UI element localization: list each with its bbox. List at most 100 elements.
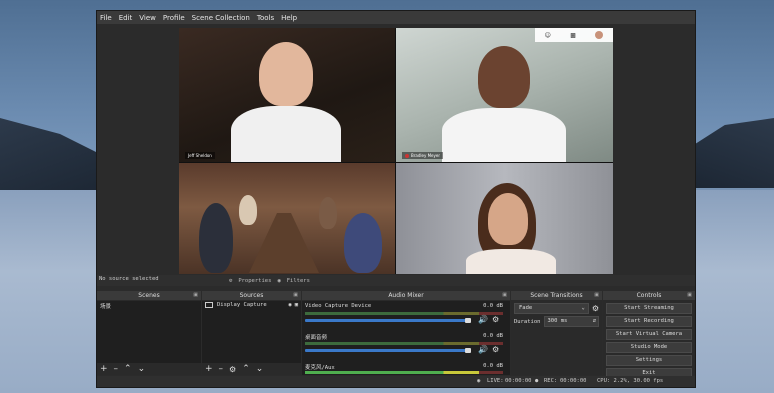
participant-shirt	[442, 108, 566, 162]
controls-header: Controls ▣	[603, 291, 695, 300]
start-recording-button[interactable]: Start Recording	[606, 316, 692, 327]
chevron-down-icon: ⌄	[581, 305, 585, 311]
add-icon[interactable]: +	[100, 364, 108, 374]
undock-icon[interactable]: ▣	[193, 291, 198, 300]
menu-profile[interactable]: Profile	[163, 14, 185, 22]
list-item[interactable]: Display Capture ◉ ▣	[202, 301, 301, 309]
remove-icon[interactable]: –	[219, 364, 224, 374]
undock-icon[interactable]: ▣	[293, 291, 298, 300]
gear-icon[interactable]: ⚙	[492, 315, 499, 324]
filter-icon[interactable]: ◉	[277, 278, 280, 284]
move-up-icon[interactable]: ⌃	[124, 364, 132, 374]
volume-fader[interactable]	[305, 319, 467, 322]
undock-icon[interactable]: ▣	[687, 291, 692, 300]
monitor-icon	[205, 302, 213, 308]
settings-button[interactable]: Settings	[606, 355, 692, 366]
participant-shirt	[466, 249, 556, 274]
gear-icon[interactable]: ⚙	[229, 365, 236, 374]
live-time: 00:00:00	[505, 378, 532, 384]
menu-help[interactable]: Help	[281, 14, 297, 22]
properties-button[interactable]: Properties	[238, 278, 271, 284]
scenes-list: 场景	[97, 301, 201, 363]
controls-dock: Controls ▣ Start Streaming Start Recordin…	[603, 291, 695, 379]
move-down-icon[interactable]: ⌄	[138, 364, 146, 374]
channel-label: 麦克风/Aux	[305, 365, 335, 371]
preview-canvas[interactable]: Jeff Sheldon ☺ ▩ Bradley Meyer	[179, 28, 613, 274]
scene-transitions-dock: Scene Transitions ▣ Fade ⌄ ⚙ Duration 300…	[511, 291, 602, 375]
video-tile-3	[179, 163, 395, 274]
start-virtual-camera-button[interactable]: Start Virtual Camera	[606, 329, 692, 340]
live-icon: ◉	[477, 378, 481, 384]
add-icon[interactable]: +	[205, 364, 213, 374]
participant-image	[259, 42, 313, 106]
fader-handle[interactable]	[465, 348, 471, 353]
participant-name: Bradley Meyer	[411, 153, 440, 158]
transition-select[interactable]: Fade ⌄	[514, 303, 589, 314]
lock-icon[interactable]: ▣	[295, 302, 298, 308]
scenes-title: Scenes	[138, 292, 160, 299]
volume-meter	[305, 371, 503, 374]
channel-label: 桌面音频	[305, 335, 328, 341]
sources-list: Display Capture ◉ ▣	[202, 301, 301, 363]
meeting-toolbar: ☺ ▩	[535, 28, 613, 42]
scenes-toolbar: + – ⌃ ⌄	[97, 363, 201, 375]
gear-icon[interactable]: ⚙	[492, 345, 499, 354]
audio-mixer-body: Video Capture Device 0.0 dB 🔊 ⚙ 桌面音频 0.0…	[302, 301, 510, 375]
move-up-icon[interactable]: ⌃	[242, 364, 250, 374]
speaker-icon[interactable]: 🔊	[478, 315, 488, 324]
rec-label: REC:	[544, 378, 558, 384]
context-bar: No source selected ⚙ Properties ◉ Filter…	[97, 275, 695, 286]
channel-db: 0.0 dB	[483, 303, 503, 309]
fader-handle[interactable]	[465, 318, 471, 323]
volume-meter	[305, 312, 503, 315]
background-mountain-right	[692, 118, 774, 188]
transitions-header: Scene Transitions ▣	[511, 291, 602, 300]
video-tile-1: Jeff Sheldon	[179, 28, 395, 162]
controls-body: Start Streaming Start Recording Start Vi…	[603, 301, 695, 379]
gear-icon[interactable]: ⚙	[229, 278, 232, 284]
duration-input[interactable]: 300 ms ⇵	[543, 316, 599, 327]
duration-value: 300 ms	[547, 318, 568, 324]
channel-label: Video Capture Device	[305, 303, 372, 309]
menu-tools[interactable]: Tools	[257, 14, 274, 22]
undock-icon[interactable]: ▣	[502, 291, 507, 300]
volume-meter	[305, 342, 503, 345]
transitions-title: Scene Transitions	[530, 292, 583, 299]
move-down-icon[interactable]: ⌄	[256, 364, 264, 374]
filters-button[interactable]: Filters	[287, 278, 310, 284]
scenes-header: Scenes ▣	[97, 291, 201, 300]
participant-image	[199, 203, 233, 273]
source-name: Display Capture	[217, 302, 267, 308]
status-bar: ◉ LIVE: 00:00:00 ● REC: 00:00:00 CPU: 2.…	[97, 376, 695, 387]
video-tile-2: ☺ ▩ Bradley Meyer	[396, 28, 613, 162]
participant-shirt	[231, 106, 341, 162]
volume-fader[interactable]	[305, 349, 467, 352]
menu-scene-collection[interactable]: Scene Collection	[192, 14, 250, 22]
avatar[interactable]	[595, 31, 604, 39]
gear-icon[interactable]: ⚙	[592, 304, 599, 313]
eye-icon[interactable]: ◉	[288, 302, 291, 308]
rec-time: 00:00:00	[560, 378, 587, 384]
list-item[interactable]: 场景	[97, 301, 201, 311]
studio-mode-button[interactable]: Studio Mode	[606, 342, 692, 353]
participant-image	[319, 197, 337, 229]
menu-edit[interactable]: Edit	[119, 14, 133, 22]
no-source-label: No source selected	[99, 276, 159, 282]
menu-file[interactable]: File	[100, 14, 112, 22]
spinner-icon[interactable]: ⇵	[593, 317, 596, 326]
menu-view[interactable]: View	[139, 14, 156, 22]
duration-label: Duration	[514, 318, 541, 325]
conference-table	[249, 213, 319, 273]
remove-icon[interactable]: –	[114, 364, 119, 374]
people-icon[interactable]: ☺	[545, 32, 551, 39]
sources-header: Sources ▣	[202, 291, 301, 300]
speaker-icon[interactable]: 🔊	[478, 345, 488, 354]
undock-icon[interactable]: ▣	[594, 291, 599, 300]
chat-icon[interactable]: ▩	[570, 32, 576, 39]
start-streaming-button[interactable]: Start Streaming	[606, 303, 692, 314]
mixer-channel: Video Capture Device 0.0 dB 🔊 ⚙	[305, 303, 507, 331]
participant-name-tag: Jeff Sheldon	[185, 152, 215, 159]
mixer-channel: 麦克风/Aux 0.0 dB	[305, 363, 507, 375]
video-tile-4	[396, 163, 613, 274]
menu-bar: File Edit View Profile Scene Collection …	[97, 11, 695, 24]
